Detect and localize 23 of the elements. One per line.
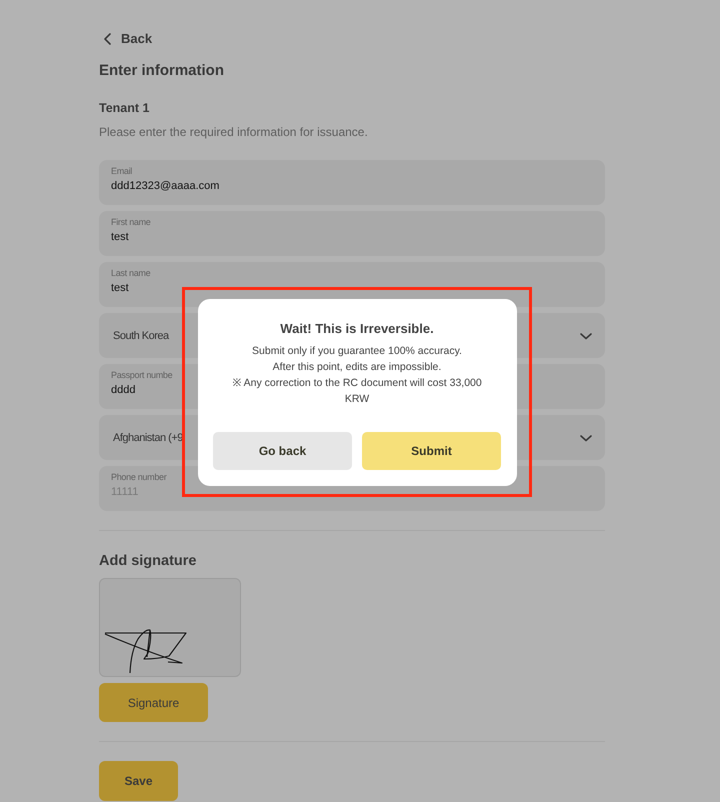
input-field[interactable]: test <box>111 282 148 294</box>
page-title: Enter information <box>99 62 226 79</box>
input-field[interactable]: ddd12323@aaaa.com <box>111 180 228 192</box>
dialog-text: Submit only if you guarantee 100% accuracy. <box>252 344 462 358</box>
input-field[interactable]: dddd <box>111 384 148 396</box>
field-label: Passport numbe <box>111 370 172 380</box>
save-button[interactable]: Save <box>99 761 178 801</box>
back-button[interactable]: Back <box>101 31 152 46</box>
go-back-button[interactable]: Go back <box>213 432 352 470</box>
input-field[interactable]: test <box>111 231 148 243</box>
signature-button[interactable]: Signature <box>99 683 208 722</box>
section-description: Please enter the required information for issuance. <box>99 125 369 139</box>
submit-button[interactable]: Submit <box>362 432 501 470</box>
field-label: Email <box>111 166 132 176</box>
field-label: Last name <box>111 268 150 278</box>
dialog-text: ※ Any correction to the RC document will cost 33,000 KRW <box>231 376 483 406</box>
dialog-text: After this point, edits are impossible. <box>272 360 442 374</box>
dialog-title: Wait! This is Irreversible. <box>280 320 434 336</box>
section-title: Tenant 1 <box>99 101 150 115</box>
signature-title: Add signature <box>99 553 198 569</box>
field-label: Phone number <box>111 472 166 482</box>
field-label: First name <box>111 217 151 227</box>
signature-pad[interactable] <box>99 578 241 677</box>
